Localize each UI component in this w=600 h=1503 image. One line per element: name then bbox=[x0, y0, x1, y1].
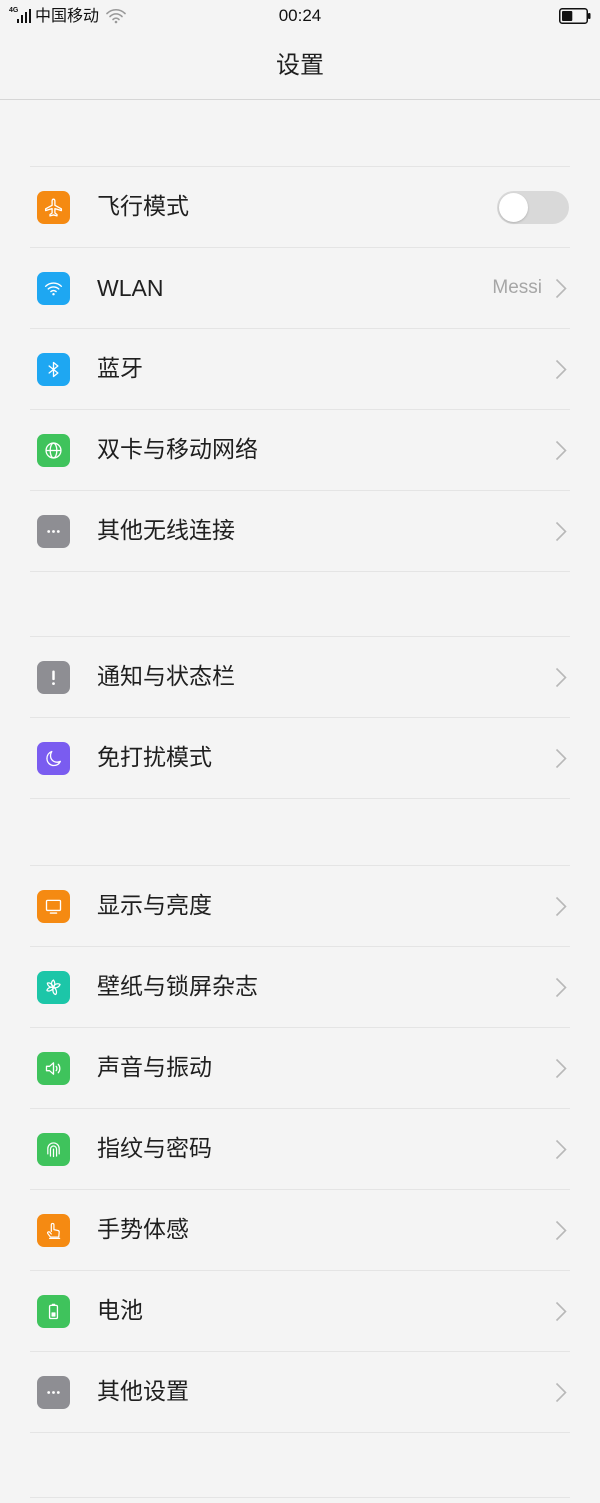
setting-label: 声音与振动 bbox=[97, 1055, 212, 1081]
chevron-right-icon bbox=[555, 896, 567, 917]
chevron-right-icon bbox=[555, 667, 567, 688]
globe-icon bbox=[37, 434, 70, 467]
status-time: 00:24 bbox=[278, 6, 322, 25]
toggle-knob bbox=[499, 193, 528, 222]
setting-row-battery[interactable]: 电池 bbox=[30, 1271, 570, 1352]
chevron-right-icon bbox=[555, 1139, 567, 1160]
bluetooth-icon bbox=[37, 353, 70, 386]
chevron-right-icon bbox=[555, 1301, 567, 1322]
exclamation-icon bbox=[37, 661, 70, 694]
chevron-right-icon bbox=[555, 1382, 567, 1403]
settings-group-notifications: 通知与状态栏 免打扰模式 bbox=[30, 636, 570, 799]
setting-label: 指纹与密码 bbox=[97, 1136, 212, 1162]
setting-label: 其他设置 bbox=[97, 1379, 189, 1405]
setting-row-do-not-disturb[interactable]: 免打扰模式 bbox=[30, 718, 570, 799]
fingerprint-icon bbox=[37, 1133, 70, 1166]
setting-row-other-settings[interactable]: 其他设置 bbox=[30, 1352, 570, 1433]
battery-icon bbox=[37, 1295, 70, 1328]
speaker-icon bbox=[37, 1052, 70, 1085]
settings-group-connectivity: 飞行模式 WLAN Messi 蓝牙 双卡与移动网络 其他无线连接 bbox=[30, 166, 570, 572]
setting-row-wlan[interactable]: WLAN Messi bbox=[30, 248, 570, 329]
setting-label: 蓝牙 bbox=[97, 356, 143, 382]
setting-row-fingerprint[interactable]: 指纹与密码 bbox=[30, 1109, 570, 1190]
gesture-hand-icon bbox=[37, 1214, 70, 1247]
setting-row-bluetooth[interactable]: 蓝牙 bbox=[30, 329, 570, 410]
next-group-divider bbox=[30, 1497, 570, 1498]
setting-label: 免打扰模式 bbox=[97, 745, 212, 771]
chevron-right-icon bbox=[555, 748, 567, 769]
setting-row-dual-sim[interactable]: 双卡与移动网络 bbox=[30, 410, 570, 491]
setting-label: 通知与状态栏 bbox=[97, 664, 235, 690]
battery-status-icon bbox=[559, 8, 591, 24]
nav-bar: 设置 bbox=[0, 32, 600, 100]
chevron-right-icon bbox=[555, 1058, 567, 1079]
chevron-right-icon bbox=[555, 278, 567, 299]
setting-row-airplane-mode[interactable]: 飞行模式 bbox=[30, 167, 570, 248]
setting-label: 电池 bbox=[97, 1298, 143, 1324]
setting-label: 壁纸与锁屏杂志 bbox=[97, 974, 258, 1000]
page-title: 设置 bbox=[276, 51, 324, 79]
setting-row-display[interactable]: 显示与亮度 bbox=[30, 866, 570, 947]
chevron-right-icon bbox=[555, 440, 567, 461]
display-icon bbox=[37, 890, 70, 923]
chevron-right-icon bbox=[555, 359, 567, 380]
setting-label: 其他无线连接 bbox=[97, 518, 235, 544]
setting-label: 飞行模式 bbox=[97, 194, 189, 220]
setting-label: WLAN bbox=[97, 275, 164, 301]
wlan-network-name: Messi bbox=[492, 277, 542, 298]
setting-label: 手势体感 bbox=[97, 1217, 189, 1243]
airplane-icon bbox=[37, 191, 70, 224]
status-bar: 4G 中国移动 00:24 bbox=[0, 0, 600, 32]
setting-label: 显示与亮度 bbox=[97, 893, 212, 919]
setting-row-sound[interactable]: 声音与振动 bbox=[30, 1028, 570, 1109]
wifi-icon bbox=[37, 272, 70, 305]
chevron-right-icon bbox=[555, 1220, 567, 1241]
more-dots-icon bbox=[37, 515, 70, 548]
pinwheel-icon bbox=[37, 971, 70, 1004]
airplane-mode-toggle[interactable] bbox=[497, 191, 569, 224]
setting-row-other-wireless[interactable]: 其他无线连接 bbox=[30, 491, 570, 572]
moon-icon bbox=[37, 742, 70, 775]
chevron-right-icon bbox=[555, 521, 567, 542]
setting-label: 双卡与移动网络 bbox=[97, 437, 258, 463]
setting-row-gestures[interactable]: 手势体感 bbox=[30, 1190, 570, 1271]
setting-row-notifications[interactable]: 通知与状态栏 bbox=[30, 637, 570, 718]
settings-group-device: 显示与亮度 壁纸与锁屏杂志 声音与振动 指纹与密码 手势体感 电池 其他设置 bbox=[30, 865, 570, 1433]
chevron-right-icon bbox=[555, 977, 567, 998]
setting-row-wallpaper[interactable]: 壁纸与锁屏杂志 bbox=[30, 947, 570, 1028]
more-dots-icon bbox=[37, 1376, 70, 1409]
